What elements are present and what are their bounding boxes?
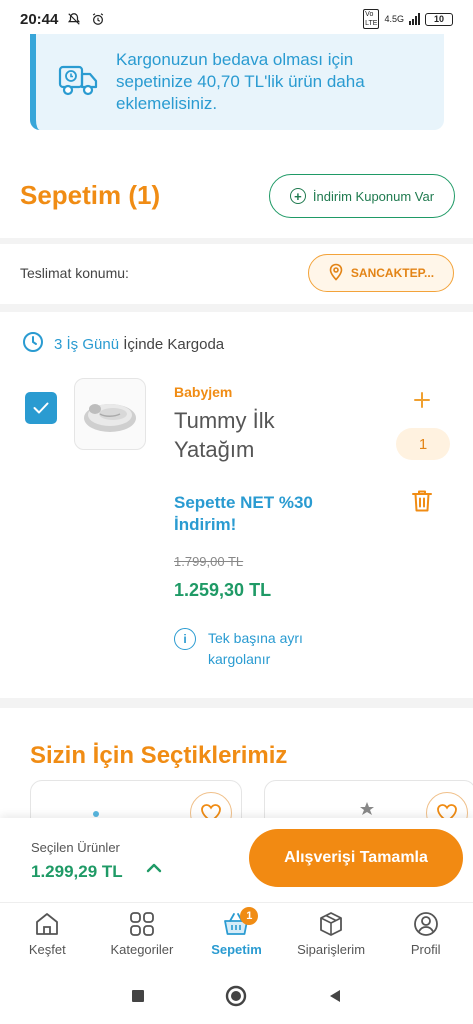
- complete-purchase-button[interactable]: Alışverişi Tamamla: [249, 829, 463, 887]
- bell-off-icon: [66, 11, 82, 27]
- network-type: 4.5G: [384, 14, 404, 24]
- baby-nest-image: [84, 404, 136, 432]
- location-button[interactable]: SANCAKTEP...: [308, 254, 454, 292]
- coupon-label: İndirim Kuponum Var: [312, 188, 435, 204]
- product-price: 1.259,30 TL: [174, 580, 272, 600]
- note-text: Tek başına ayrı kargolanır: [208, 630, 303, 667]
- battery-icon: 10: [425, 12, 453, 26]
- free-shipping-banner: Kargonuzun bedava olması için sepetinize…: [30, 34, 444, 130]
- shipping-time: 3 İş Günü İçinde Kargoda: [22, 331, 224, 357]
- recents-icon[interactable]: [130, 988, 146, 1004]
- cart-badge: 1: [240, 907, 259, 925]
- system-nav-bar: [0, 968, 473, 1024]
- volte-icon: Vo LTE: [363, 9, 380, 29]
- tab-kesfet[interactable]: Keşfet: [0, 903, 95, 968]
- tab-label: Keşfet: [28, 942, 66, 957]
- grid-icon: [129, 912, 154, 936]
- info-icon: i: [174, 628, 196, 650]
- plus-icon: [414, 392, 430, 408]
- alarm-icon: [90, 11, 106, 27]
- location-pin-icon: [328, 263, 344, 284]
- tab-sepetim[interactable]: 1 Sepetim: [189, 903, 284, 968]
- tab-label: Sepetim: [211, 942, 262, 957]
- plus-circle-icon: +: [289, 188, 306, 204]
- battery-level: 10: [433, 14, 444, 24]
- profile-icon: [413, 912, 438, 936]
- product-brand[interactable]: Babyjem: [174, 384, 232, 400]
- tab-label: Profil: [410, 942, 441, 957]
- home-nav-icon[interactable]: [225, 985, 247, 1007]
- selected-items-label: Seçilen Ürünler: [31, 840, 120, 855]
- tab-label: Siparişlerim: [297, 942, 366, 957]
- coupon-button[interactable]: + İndirim Kuponum Var: [269, 174, 455, 218]
- shipping-rest: İçinde Kargoda: [123, 335, 225, 353]
- box-icon: [320, 912, 342, 936]
- page-title: Sepetim (1): [20, 180, 161, 210]
- status-bar: 20:44 Vo LTE 4.5G 10: [0, 0, 473, 38]
- item-checkbox[interactable]: [25, 392, 57, 424]
- product-name[interactable]: Tummy İlk Yatağım: [174, 406, 354, 464]
- promo-text: Sepette NET %30 İndirim!: [174, 493, 313, 534]
- back-icon[interactable]: [327, 988, 343, 1004]
- tab-label: Kategoriler: [110, 942, 174, 957]
- clock-icon: [22, 331, 44, 357]
- status-time: 20:44: [20, 10, 59, 28]
- signal-icon: [409, 13, 420, 25]
- tab-kategoriler[interactable]: Kategoriler: [95, 903, 190, 968]
- separate-shipping-note: i Tek başına ayrı kargolanır: [174, 628, 348, 670]
- check-icon: [33, 402, 49, 414]
- product-thumb-icon: [360, 802, 374, 815]
- delivery-label: Teslimat konumu:: [20, 265, 129, 281]
- trash-icon: [412, 490, 432, 512]
- chevron-up-icon[interactable]: [144, 858, 164, 878]
- old-price: 1.799,00 TL: [174, 554, 244, 569]
- delete-item-button[interactable]: [410, 488, 434, 514]
- location-text: SANCAKTEP...: [350, 266, 435, 280]
- product-image[interactable]: [74, 378, 146, 450]
- home-icon: [36, 913, 59, 935]
- tab-siparislerim[interactable]: Siparişlerim: [284, 903, 379, 968]
- cart-total: 1.299,29 TL: [31, 862, 123, 881]
- tab-profil[interactable]: Profil: [378, 903, 473, 968]
- recommendations-title: Sizin İçin Seçtiklerimiz: [30, 742, 288, 769]
- quantity-value: 1: [396, 428, 450, 460]
- banner-text: Kargonuzun bedava olması için sepetinize…: [116, 50, 365, 113]
- truck-icon: [58, 63, 98, 102]
- quantity-increase-button[interactable]: [408, 386, 436, 414]
- bottom-tab-bar: Keşfet Kategoriler 1 Sepetim Siparişleri…: [0, 902, 473, 968]
- shipping-days: 3 İş Günü: [54, 335, 120, 353]
